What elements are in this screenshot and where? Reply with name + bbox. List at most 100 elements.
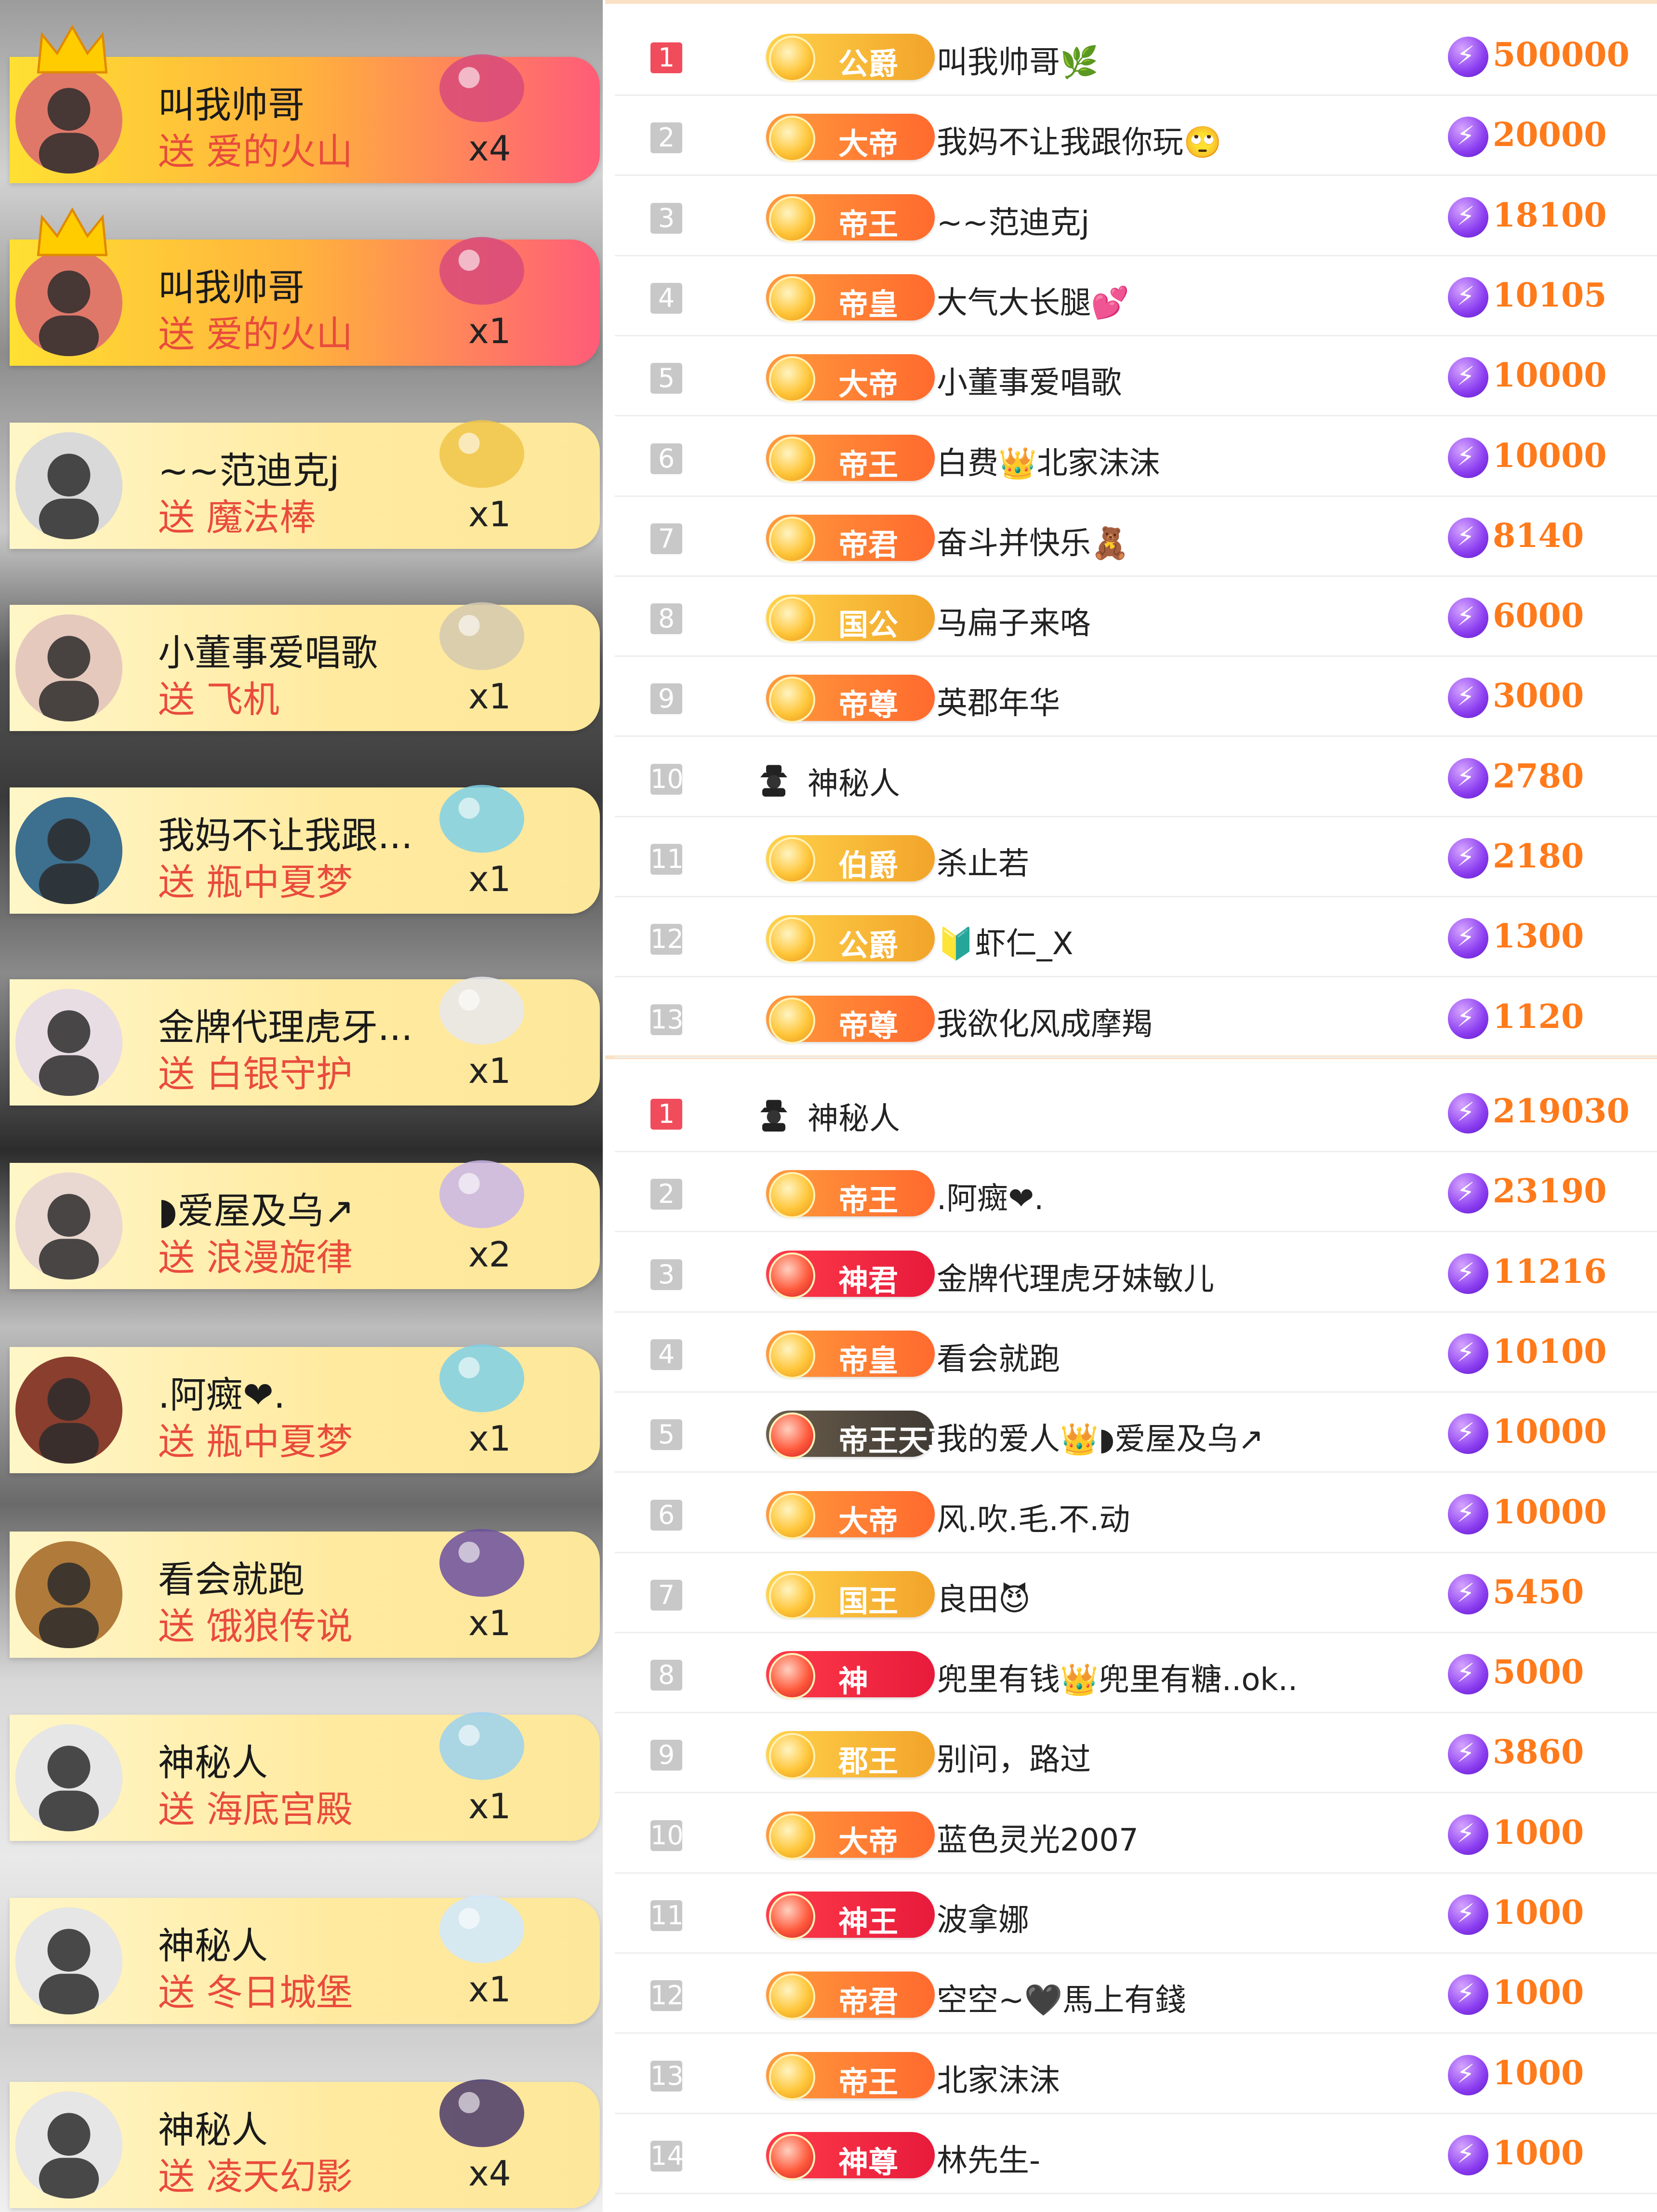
user-name[interactable]: 北家沫沫: [937, 2056, 1060, 2100]
gift-verb: 送: [158, 2155, 195, 2198]
ranking-row[interactable]: 13 帝尊 我欲化风成摩羯 1120: [615, 976, 1657, 1058]
ranking-row[interactable]: 5 大帝 小董事爱唱歌 10000: [615, 335, 1657, 417]
user-name[interactable]: 看会就跑: [937, 1334, 1060, 1379]
avatar[interactable]: [15, 67, 122, 173]
ranking-row[interactable]: 13 帝王 北家沫沫 1000: [615, 2033, 1657, 2114]
ranking-row[interactable]: 6 帝王 白费👑北家沫沫 10000: [615, 415, 1657, 497]
ranking-row[interactable]: 9 帝尊 英郡年华 3000: [615, 655, 1657, 737]
rank-number: 8: [650, 603, 682, 635]
rank-title: 帝皇: [838, 286, 899, 322]
rank-number: 7: [650, 523, 682, 554]
contribution-value: 219030: [1493, 1092, 1630, 1131]
ranking-row[interactable]: 7 国王 良田😈 5450: [615, 1552, 1657, 1633]
contribution-value: 3000: [1493, 677, 1584, 716]
user-name[interactable]: 🔰虾仁_X: [937, 919, 1074, 963]
user-name[interactable]: 良田😈: [937, 1575, 1031, 1619]
ranking-row[interactable]: 4 帝皇 大气大长腿💕 10105: [615, 255, 1657, 336]
user-name[interactable]: 我妈不让我跟你玩🙄: [937, 118, 1222, 162]
avatar[interactable]: [15, 989, 122, 1096]
ranking-row[interactable]: 8 神 兜里有钱👑兜里有糖..ok.. 5000: [615, 1632, 1657, 1714]
badge-emblem-icon: [769, 116, 815, 162]
ranking-row[interactable]: 4 帝皇 看会就跑 10100: [615, 1311, 1657, 1393]
rank-number: 14: [650, 2140, 684, 2172]
ranking-row[interactable]: 14 神尊 林先生- 1000: [615, 2113, 1657, 2194]
contribution-value: 1000: [1493, 2053, 1584, 2092]
ranking-row[interactable]: 11 伯爵 杀止若 2180: [615, 816, 1657, 897]
avatar[interactable]: [15, 2092, 122, 2199]
user-name[interactable]: 神秘人: [808, 1094, 900, 1138]
ranking-row[interactable]: 1 神秘人 219030: [615, 1071, 1657, 1152]
ranking-row[interactable]: 10 神秘人 2780: [615, 736, 1657, 817]
user-name[interactable]: 空空~🖤馬上有錢: [937, 1975, 1186, 2020]
sender-name: .阿癍❤.: [158, 1373, 285, 1416]
avatar[interactable]: [15, 1724, 122, 1831]
ranking-row[interactable]: 9 郡王 别问，路过 3860: [615, 1712, 1657, 1794]
user-name[interactable]: 马扁子来咯: [937, 599, 1091, 643]
user-name[interactable]: 神秘人: [808, 759, 900, 803]
user-name[interactable]: 我欲化风成摩羯: [937, 999, 1153, 1044]
user-name[interactable]: 金牌代理虎牙妹敏儿: [937, 1254, 1214, 1299]
rank-title: 帝王: [838, 206, 899, 242]
rank-number: 5: [650, 1419, 682, 1451]
avatar[interactable]: [15, 797, 122, 904]
badge-emblem-icon: [769, 1172, 815, 1219]
rank-number: 2: [650, 1179, 682, 1210]
ranking-row[interactable]: 3 帝王 ~~范迪克j 18100: [615, 175, 1657, 256]
user-name[interactable]: 英郡年华: [937, 679, 1060, 723]
ranking-row[interactable]: 2 帝王 .阿癍❤. 23190: [615, 1151, 1657, 1233]
ranking-row[interactable]: 8 国公 马扁子来咯 6000: [615, 575, 1657, 657]
ranking-row[interactable]: 12 帝君 空空~🖤馬上有錢 1000: [615, 1952, 1657, 2034]
ranking-row[interactable]: 11 神王 波拿娜 1000: [615, 1872, 1657, 1954]
ranking-row[interactable]: 5 帝王天尊 我的爱人👑◗爱屋及乌↗ 10000: [615, 1391, 1657, 1473]
rank-title: 大帝: [838, 1824, 899, 1859]
rank-title: 神: [838, 1664, 869, 1699]
user-name[interactable]: 兜里有钱👑兜里有糖..ok..: [937, 1655, 1298, 1699]
badge-emblem-icon: [769, 2133, 815, 2180]
avatar[interactable]: [15, 1173, 122, 1279]
lightning-coin-icon: [1448, 517, 1488, 558]
rank-title-badge: 帝王天尊: [766, 1411, 958, 1459]
ranking-row[interactable]: 3 神君 金牌代理虎牙妹敏儿 11216: [615, 1231, 1657, 1313]
avatar[interactable]: [15, 1357, 122, 1464]
gift-message: 叫我帅哥 送爱的火山 x4: [10, 25, 600, 183]
user-name[interactable]: 杀止若: [937, 839, 1029, 883]
user-name[interactable]: 波拿娜: [937, 1895, 1029, 1940]
ranking-row[interactable]: 6 大帝 风.吹.毛.不.动 10000: [615, 1472, 1657, 1553]
sender-name: 我妈不让我跟...: [158, 814, 413, 857]
badge-emblem-icon: [769, 1412, 815, 1459]
avatar[interactable]: [15, 1907, 122, 2014]
ranking-row[interactable]: 2 大帝 我妈不让我跟你玩🙄 20000: [615, 94, 1657, 176]
user-name[interactable]: 叫我帅哥🌿: [937, 38, 1099, 82]
user-name[interactable]: ~~范迪克j: [937, 198, 1089, 242]
contribution-value: 500000: [1493, 36, 1630, 74]
rank-title: 伯爵: [838, 848, 899, 883]
rank-title: 国公: [838, 607, 899, 643]
rank-number: 13: [650, 1004, 684, 1035]
lightning-coin-icon: [1448, 678, 1488, 719]
user-name[interactable]: 蓝色灵光2007: [937, 1815, 1139, 1860]
contribution-value: 1300: [1493, 917, 1584, 956]
avatar[interactable]: [15, 249, 122, 356]
lightning-coin-icon: [1448, 758, 1488, 799]
rank-number: 2: [650, 122, 682, 154]
ranking-row[interactable]: 12 公爵 🔰虾仁_X 1300: [615, 896, 1657, 978]
user-name[interactable]: .阿癍❤.: [937, 1174, 1044, 1218]
user-name[interactable]: 小董事爱唱歌: [937, 358, 1122, 402]
user-name[interactable]: 大气大长腿💕: [937, 278, 1129, 322]
gift-verb: 送: [158, 1971, 195, 2014]
rank-title: 神王: [838, 1904, 899, 1939]
user-name[interactable]: 别问，路过: [937, 1735, 1091, 1779]
user-name[interactable]: 奋斗并快乐🧸: [937, 519, 1129, 563]
ranking-row[interactable]: 10 大帝 蓝色灵光2007 1000: [615, 1792, 1657, 1874]
ranking-row[interactable]: 7 帝君 奋斗并快乐🧸 8140: [615, 495, 1657, 577]
avatar[interactable]: [15, 1541, 122, 1648]
lightning-coin-icon: [1448, 1573, 1488, 1614]
rank-title-badge: 帝皇: [766, 274, 935, 322]
avatar[interactable]: [15, 614, 122, 721]
user-name[interactable]: 林先生-: [937, 2136, 1040, 2180]
user-name[interactable]: 白费👑北家沫沫: [937, 439, 1160, 483]
avatar[interactable]: [15, 432, 122, 539]
ranking-row[interactable]: 1 公爵 叫我帅哥🌿 500000: [615, 14, 1657, 96]
user-name[interactable]: 我的爱人👑◗爱屋及乌↗: [937, 1414, 1264, 1459]
user-name[interactable]: 风.吹.毛.不.动: [937, 1495, 1130, 1539]
